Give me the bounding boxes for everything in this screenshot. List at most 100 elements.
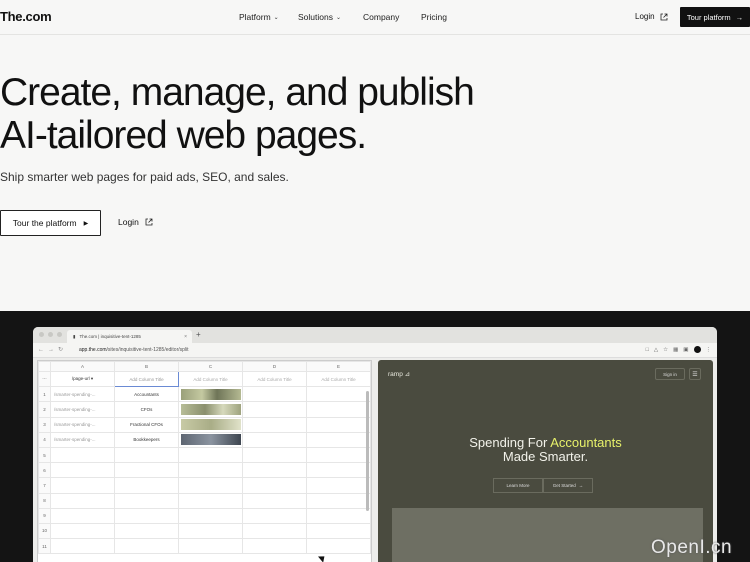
nav-link-platform[interactable]: Platform ⌄ <box>239 12 279 22</box>
nav-login-label: Login <box>635 12 655 21</box>
empty-cell[interactable] <box>114 446 179 464</box>
title-cell[interactable]: Bookkeepers <box>114 431 179 448</box>
browser-url[interactable]: app.the.com/sites/inquisitive-tent-1285/… <box>79 347 189 353</box>
column-header-page-url[interactable]: /page-url ▾ <box>50 370 115 388</box>
lock-icon[interactable]: △ <box>654 347 658 353</box>
window-dot <box>39 332 44 337</box>
title-cell[interactable]: Accountants <box>114 386 179 403</box>
new-tab-icon[interactable]: + <box>196 330 201 339</box>
preview-sign-in-button[interactable]: Sign in <box>655 368 685 380</box>
empty-cell[interactable] <box>242 401 307 418</box>
page-url-cell[interactable]: /smarter-spending-... <box>50 386 115 403</box>
empty-cell[interactable] <box>306 386 371 403</box>
tour-platform-button[interactable]: Tour platform → <box>680 7 750 27</box>
row-number: 5 <box>38 446 51 464</box>
empty-cell[interactable] <box>50 522 115 540</box>
empty-cell[interactable] <box>242 538 307 555</box>
empty-cell[interactable] <box>306 401 371 418</box>
empty-cell[interactable] <box>50 492 115 509</box>
empty-cell[interactable] <box>242 522 307 540</box>
browser-url-bar[interactable]: ←→↻ app.the.com/sites/inquisitive-tent-1… <box>33 343 717 358</box>
headline-accent: Accountants <box>550 435 622 450</box>
empty-cell[interactable] <box>178 446 243 464</box>
page-url-cell[interactable]: /smarter-spending-... <box>50 431 115 448</box>
title-cell[interactable]: Fractional CFOs <box>114 416 179 433</box>
empty-cell[interactable] <box>114 477 179 494</box>
add-column-title[interactable]: Add Column Title <box>306 370 371 388</box>
nav-login-link[interactable]: Login <box>635 12 668 21</box>
empty-cell[interactable] <box>178 522 243 540</box>
empty-cell[interactable] <box>50 538 115 555</box>
empty-cell[interactable] <box>178 477 243 494</box>
empty-cell[interactable] <box>306 416 371 433</box>
image-cell[interactable] <box>178 386 243 403</box>
empty-cell[interactable] <box>306 477 371 494</box>
get-started-button[interactable]: Get Started → <box>543 478 593 493</box>
more-icon[interactable]: ⋮ <box>706 347 712 353</box>
learn-more-button[interactable]: Learn More <box>493 478 543 493</box>
page-url-cell[interactable]: /smarter-spending-... <box>50 401 115 418</box>
browser-toolbar-icons: □ △ ☆ ▦ ▣ ⋮ <box>646 346 711 353</box>
hero-title: Create, manage, and publish AI-tailored … <box>0 71 475 157</box>
close-icon[interactable]: × <box>184 334 187 340</box>
empty-cell[interactable] <box>242 386 307 403</box>
star-icon[interactable]: ☆ <box>663 347 668 353</box>
avatar[interactable] <box>693 346 701 353</box>
image-cell[interactable] <box>178 416 243 433</box>
page-url-cell[interactable]: /smarter-spending-... <box>50 416 115 433</box>
empty-cell[interactable] <box>242 462 307 479</box>
empty-cell[interactable] <box>306 431 371 448</box>
empty-cell[interactable] <box>50 446 115 464</box>
title-cell[interactable]: CFOs <box>114 401 179 418</box>
url-domain: app.the.com <box>79 347 107 353</box>
empty-cell[interactable] <box>306 538 371 555</box>
image-cell[interactable] <box>178 401 243 418</box>
empty-cell[interactable] <box>242 477 307 494</box>
add-column-title[interactable]: Add Column Title <box>178 370 243 388</box>
browser-tab[interactable]: ▮ The.com | inquisitive-tent-1285 × <box>67 330 192 343</box>
empty-cell[interactable] <box>242 507 307 524</box>
empty-cell[interactable] <box>306 492 371 509</box>
scrollbar[interactable] <box>366 391 369 511</box>
empty-cell[interactable] <box>50 462 115 479</box>
empty-cell[interactable] <box>114 492 179 509</box>
add-column-title[interactable]: Add Column Title <box>242 370 307 388</box>
empty-cell[interactable] <box>178 538 243 555</box>
empty-cell[interactable] <box>306 507 371 524</box>
empty-cell[interactable] <box>178 507 243 524</box>
empty-cell[interactable] <box>306 462 371 479</box>
empty-cell[interactable] <box>114 462 179 479</box>
empty-cell[interactable] <box>242 416 307 433</box>
logo[interactable]: The.com <box>0 9 52 24</box>
empty-cell[interactable] <box>114 538 179 555</box>
empty-cell[interactable] <box>306 522 371 540</box>
nav-link-solutions[interactable]: Solutions ⌄ <box>298 12 341 22</box>
image-thumbnail <box>180 434 241 446</box>
nav-link-company[interactable]: Company <box>363 12 399 22</box>
image-cell[interactable] <box>178 431 243 448</box>
add-column-title[interactable]: Add Column Title <box>114 370 179 388</box>
empty-cell[interactable] <box>242 431 307 448</box>
header-row: ⋯ /page-url ▾ Add Column Title Add Colum… <box>38 370 371 388</box>
empty-cell[interactable] <box>178 492 243 509</box>
extensions-icon[interactable]: ▦ <box>673 347 678 353</box>
empty-cell[interactable] <box>114 507 179 524</box>
empty-cell[interactable] <box>50 477 115 494</box>
nav-link-pricing[interactable]: Pricing <box>421 12 447 22</box>
empty-cell[interactable] <box>242 446 307 464</box>
hero-login-link[interactable]: Login <box>118 217 153 227</box>
empty-cell[interactable] <box>114 522 179 540</box>
hamburger-menu-icon[interactable]: ☰ <box>689 368 701 380</box>
row-menu-icon[interactable]: ⋯ <box>38 370 51 388</box>
empty-cell[interactable] <box>178 462 243 479</box>
cast-icon[interactable]: □ <box>646 347 649 353</box>
tour-the-platform-button[interactable]: Tour the platform ▶ <box>0 210 101 236</box>
preview-brand: ramp ⊿ <box>388 370 410 378</box>
sidebar-icon[interactable]: ▣ <box>683 347 688 353</box>
spreadsheet-table: A B C D E ⋯ /page-url ▾ Add Column Title… <box>38 361 371 555</box>
empty-cell[interactable] <box>242 492 307 509</box>
chevron-down-icon: ⌄ <box>273 14 279 21</box>
empty-cell[interactable] <box>306 446 371 464</box>
column-letter: A <box>50 361 115 372</box>
empty-cell[interactable] <box>50 507 115 524</box>
